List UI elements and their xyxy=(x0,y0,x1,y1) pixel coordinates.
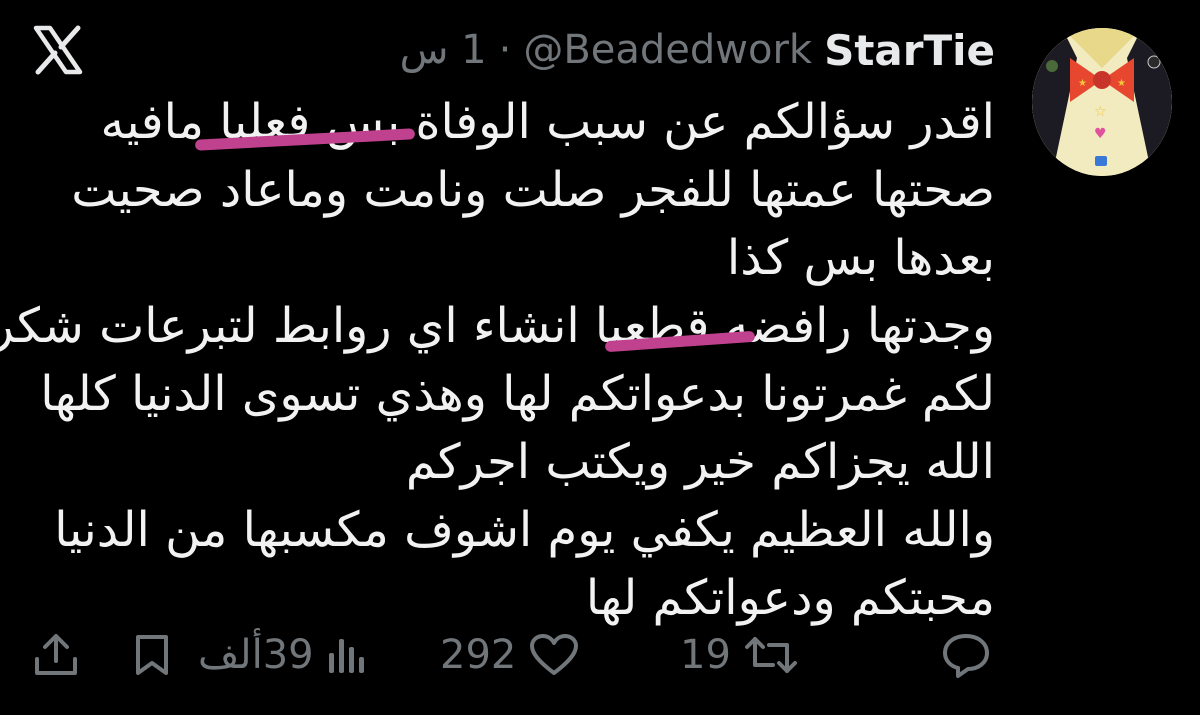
views-count: 39ألف xyxy=(198,632,314,678)
tweet: ★ ★ ☆ ♥ 1 س · @Beadedwork StarTie اقدر س… xyxy=(0,0,1200,715)
action-bar: 19 292 39ألف xyxy=(0,620,1200,690)
tweet-line-1: اقدر سؤالكم عن سبب الوفاة بس فعليا مافيه xyxy=(100,94,995,151)
x-logo-icon[interactable] xyxy=(30,22,86,78)
like-button[interactable]: 292 xyxy=(440,620,580,690)
tweet-line-6: الله يجزاكم خير ويكتب اجركم xyxy=(405,434,995,490)
bookmark-button[interactable] xyxy=(130,620,174,690)
reply-button[interactable] xyxy=(940,620,1004,690)
avatar[interactable]: ★ ★ ☆ ♥ xyxy=(1032,28,1172,176)
timestamp[interactable]: 1 س xyxy=(400,27,487,73)
svg-text:★: ★ xyxy=(1078,78,1087,89)
tweet-header: 1 س · @Beadedwork StarTie xyxy=(400,20,995,80)
tweet-line-2: صحتها عمتها للفجر صلت ونامت وماعاد صحيت xyxy=(71,162,995,218)
repost-count: 19 xyxy=(680,632,731,678)
views-icon xyxy=(328,639,364,673)
separator: · xyxy=(498,27,512,73)
like-count: 292 xyxy=(440,632,517,678)
display-name[interactable]: StarTie xyxy=(824,26,995,75)
svg-text:♥: ♥ xyxy=(1094,126,1107,142)
tweet-line-4: وجدتها رافضه قطعيا انشاء اي روابط لتبرعا… xyxy=(0,298,995,354)
tweet-line-5: لكم غمرتونا بدعواتكم لها وهذي تسوى الدني… xyxy=(40,366,995,422)
repost-icon xyxy=(744,637,797,673)
reply-icon xyxy=(943,634,989,678)
svg-text:☆: ☆ xyxy=(1094,104,1107,120)
views-button[interactable]: 39ألف xyxy=(198,620,366,690)
heart-icon xyxy=(530,634,579,675)
share-icon xyxy=(35,634,77,675)
bookmark-icon xyxy=(136,635,168,675)
svg-text:★: ★ xyxy=(1117,78,1126,89)
user-handle[interactable]: @Beadedwork xyxy=(523,27,812,73)
tweet-line-3: بعدها بس كذا xyxy=(726,230,995,286)
tweet-text: اقدر سؤالكم عن سبب الوفاة بس فعليا مافيه… xyxy=(0,88,995,632)
tweet-line-7: والله العظيم يكفي يوم اشوف مكسبها من الد… xyxy=(54,502,995,558)
repost-button[interactable]: 19 xyxy=(680,620,799,690)
share-button[interactable] xyxy=(30,620,82,690)
